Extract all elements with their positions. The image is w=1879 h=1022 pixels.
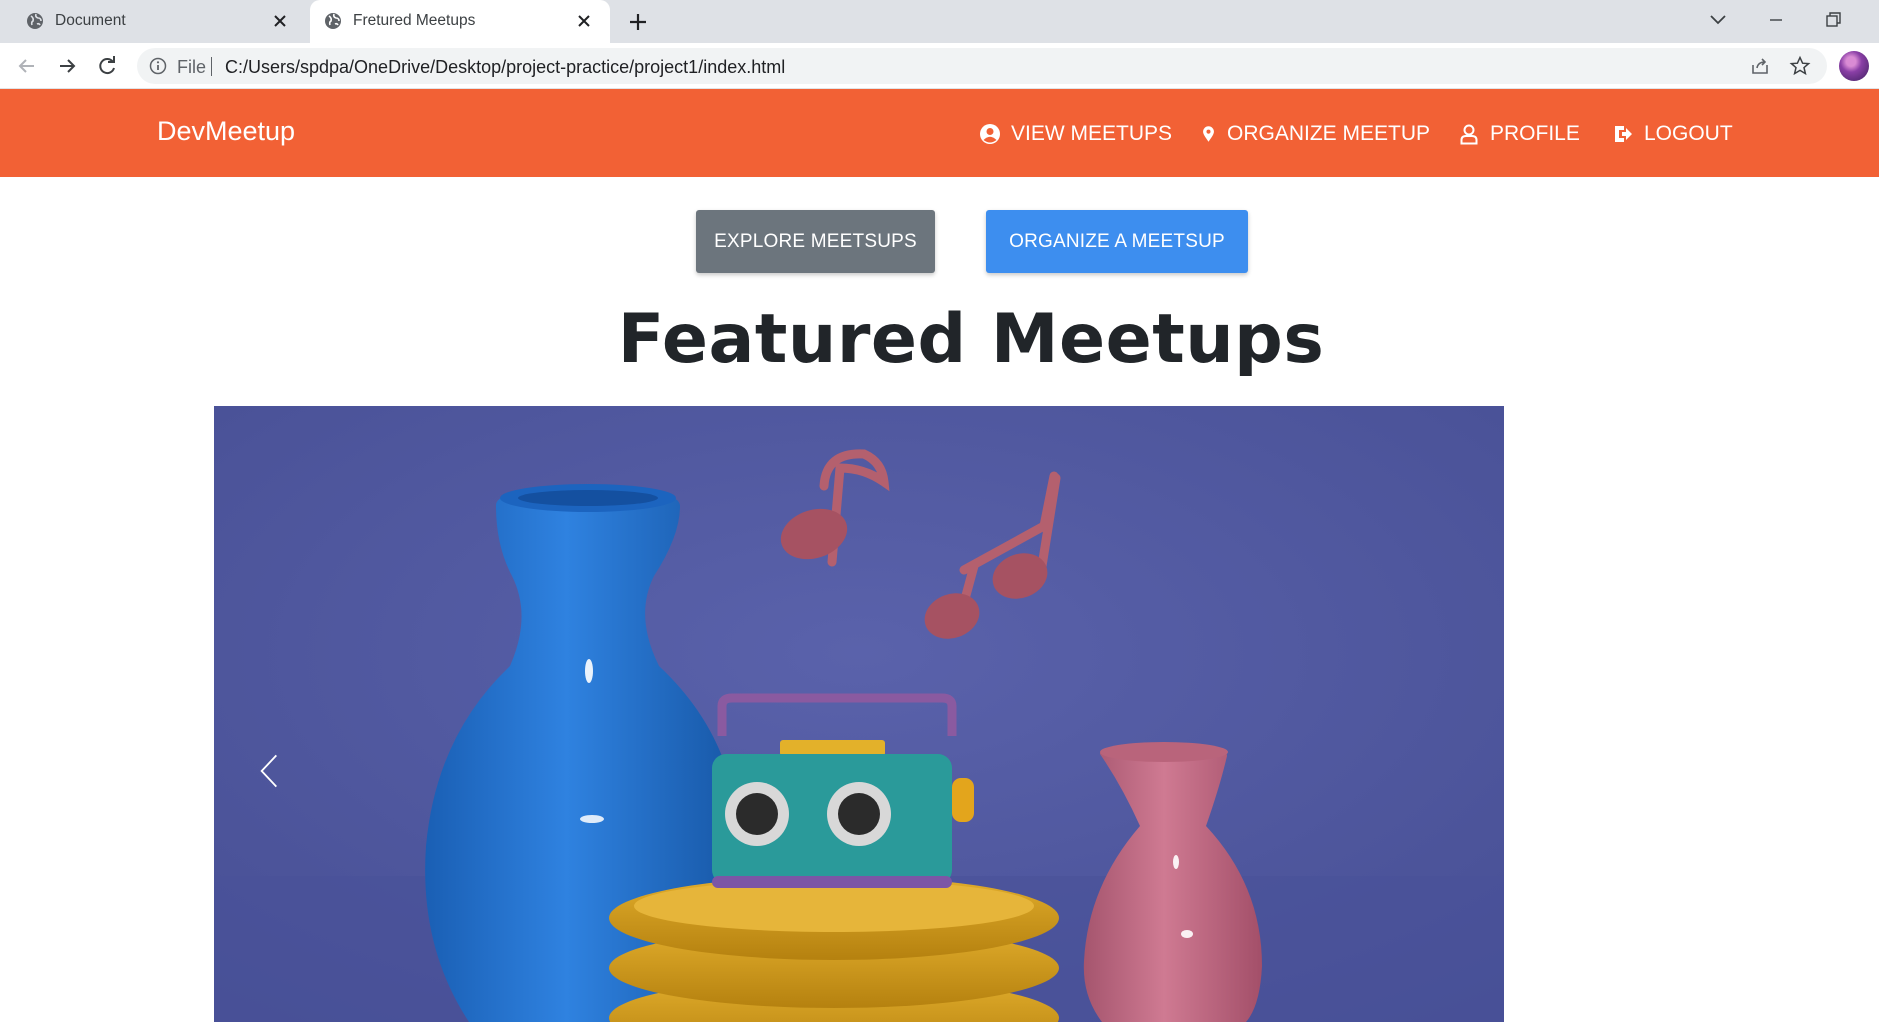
browser-tab-title: Fretured Meetups bbox=[353, 12, 476, 29]
forward-arrow-icon[interactable] bbox=[54, 53, 80, 79]
nav-view-meetups[interactable]: VIEW MEETUPS bbox=[979, 121, 1172, 147]
browser-tab-featured-meetups[interactable]: Fretured Meetups bbox=[310, 0, 610, 43]
nav-view-meetups-label: VIEW MEETUPS bbox=[1011, 122, 1173, 145]
nav-organize-meetup-label: ORGANIZE MEETUP bbox=[1227, 122, 1431, 145]
carousel-slide-image bbox=[214, 406, 1504, 1022]
browser-tab-document[interactable]: Document bbox=[0, 0, 306, 43]
share-icon[interactable] bbox=[1749, 55, 1771, 77]
nav-logout[interactable]: LOGOUT bbox=[1612, 121, 1733, 147]
new-tab-plus-icon[interactable] bbox=[624, 8, 652, 36]
nav-profile-label: PROFILE bbox=[1490, 122, 1580, 145]
nav-logout-label: LOGOUT bbox=[1644, 122, 1733, 145]
organize-meetup-button[interactable]: ORGANIZE A MEETSUP bbox=[986, 210, 1248, 273]
info-icon[interactable] bbox=[149, 57, 167, 75]
address-url[interactable]: C:/Users/spdpa/OneDrive/Desktop/project-… bbox=[225, 57, 785, 78]
star-bookmark-icon[interactable] bbox=[1789, 55, 1811, 77]
address-bar[interactable]: File C:/Users/spdpa/OneDrive/Desktop/pro… bbox=[137, 48, 1827, 84]
globe-icon bbox=[27, 13, 43, 29]
browser-tabstrip: Document Fretured Meetups bbox=[0, 0, 1879, 43]
featured-carousel[interactable] bbox=[214, 406, 1504, 1022]
logout-icon bbox=[1615, 126, 1632, 142]
explore-meetups-button[interactable]: EXPLORE MEETSUPS bbox=[696, 210, 935, 273]
globe-icon bbox=[325, 13, 341, 29]
map-pin-icon bbox=[1203, 126, 1214, 142]
account-circle-icon bbox=[980, 124, 1000, 144]
back-arrow-icon[interactable] bbox=[14, 53, 40, 79]
person-icon bbox=[1460, 124, 1478, 145]
nav-profile[interactable]: PROFILE bbox=[1458, 121, 1580, 147]
browser-toolbar: File C:/Users/spdpa/OneDrive/Desktop/pro… bbox=[0, 43, 1879, 89]
carousel-prev-button[interactable] bbox=[244, 746, 294, 796]
site-navbar: DevMeetup VIEW MEETUPS ORGANIZE MEETUP P… bbox=[0, 89, 1879, 177]
profile-avatar[interactable] bbox=[1839, 51, 1869, 81]
tab-search-chevron-icon[interactable] bbox=[1702, 6, 1734, 34]
minimize-icon[interactable] bbox=[1760, 6, 1792, 34]
address-separator bbox=[211, 57, 212, 76]
browser-tab-title: Document bbox=[55, 12, 126, 29]
chevron-left-icon bbox=[260, 754, 278, 788]
reload-icon[interactable] bbox=[94, 53, 120, 79]
brand-logo[interactable]: DevMeetup bbox=[157, 116, 295, 147]
nav-organize-meetup[interactable]: ORGANIZE MEETUP bbox=[1200, 121, 1430, 147]
restore-icon[interactable] bbox=[1817, 6, 1849, 34]
address-scheme-label: File bbox=[177, 57, 207, 77]
featured-meetups-title: Featured Meetups bbox=[617, 300, 1325, 379]
close-icon[interactable] bbox=[268, 9, 292, 33]
close-icon[interactable] bbox=[572, 9, 596, 33]
